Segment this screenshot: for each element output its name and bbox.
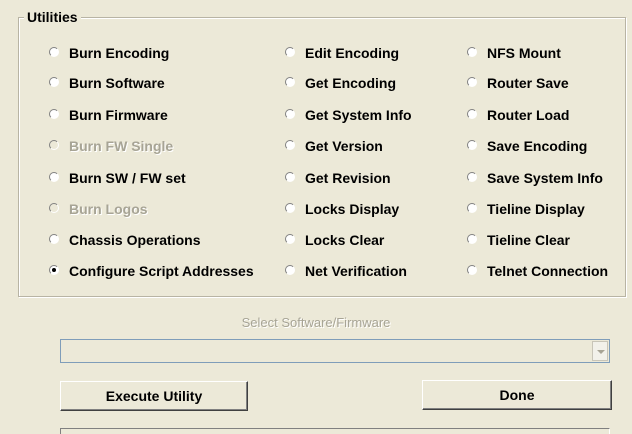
radio-icon[interactable]	[49, 77, 59, 87]
radio-label: Burn Software	[69, 75, 165, 91]
radio-label: Tieline Clear	[487, 232, 571, 248]
chevron-down-icon[interactable]	[592, 341, 608, 361]
radio-icon[interactable]	[467, 265, 477, 275]
radio-label: Get Encoding	[305, 75, 396, 91]
radio-icon[interactable]	[285, 172, 295, 182]
radio-icon	[49, 203, 59, 213]
radio-icon[interactable]	[49, 109, 59, 119]
radio-label: Get Version	[305, 138, 383, 154]
radio-icon[interactable]	[467, 77, 477, 87]
radio-label: Tieline Display	[487, 201, 585, 217]
software-firmware-combo[interactable]	[60, 339, 610, 363]
radio-icon[interactable]	[285, 203, 295, 213]
utilities-legend: Utilities	[24, 9, 81, 25]
radio-label: Locks Clear	[305, 232, 385, 248]
radio-label: Burn Firmware	[69, 107, 168, 123]
radio-icon[interactable]	[285, 234, 295, 244]
radio-icon[interactable]	[285, 265, 295, 275]
radio-label: Edit Encoding	[305, 45, 400, 61]
radio-dot-icon	[52, 268, 56, 272]
radio-icon[interactable]	[49, 234, 59, 244]
radio-label: Burn Encoding	[69, 45, 170, 61]
radio-label: Burn Logos	[69, 201, 148, 217]
radio-label: Router Load	[487, 107, 570, 123]
radio-label: Chassis Operations	[69, 232, 201, 248]
radio-label: Router Save	[487, 75, 569, 91]
radio-icon[interactable]	[467, 234, 477, 244]
radio-label: Get Revision	[305, 170, 391, 186]
radio-icon[interactable]	[467, 172, 477, 182]
radio-label: Net Verification	[305, 263, 407, 279]
radio-label: Get System Info	[305, 107, 412, 123]
radio-label: NFS Mount	[487, 45, 561, 61]
radio-label: Burn SW / FW set	[69, 170, 186, 186]
radio-icon[interactable]	[285, 77, 295, 87]
radio-icon[interactable]	[467, 203, 477, 213]
radio-icon[interactable]	[285, 47, 295, 57]
execute-utility-button[interactable]: Execute Utility	[60, 381, 248, 411]
radio-label: Telnet Connection	[487, 263, 609, 279]
status-bar	[60, 428, 610, 434]
radio-label: Configure Script Addresses	[69, 263, 254, 279]
radio-icon[interactable]	[467, 47, 477, 57]
radio-icon[interactable]	[49, 172, 59, 182]
radio-icon[interactable]	[467, 109, 477, 119]
radio-label: Burn FW Single	[69, 138, 174, 154]
select-firmware-label: Select Software/Firmware	[241, 315, 391, 330]
radio-icon[interactable]	[49, 47, 59, 57]
radio-icon	[49, 140, 59, 150]
radio-label: Locks Display	[305, 201, 400, 217]
done-button[interactable]: Done	[422, 380, 612, 410]
radio-icon[interactable]	[285, 140, 295, 150]
radio-selected-icon[interactable]	[49, 265, 59, 275]
radio-icon[interactable]	[285, 109, 295, 119]
radio-label: Save System Info	[487, 170, 603, 186]
radio-icon[interactable]	[467, 140, 477, 150]
radio-label: Save Encoding	[487, 138, 588, 154]
